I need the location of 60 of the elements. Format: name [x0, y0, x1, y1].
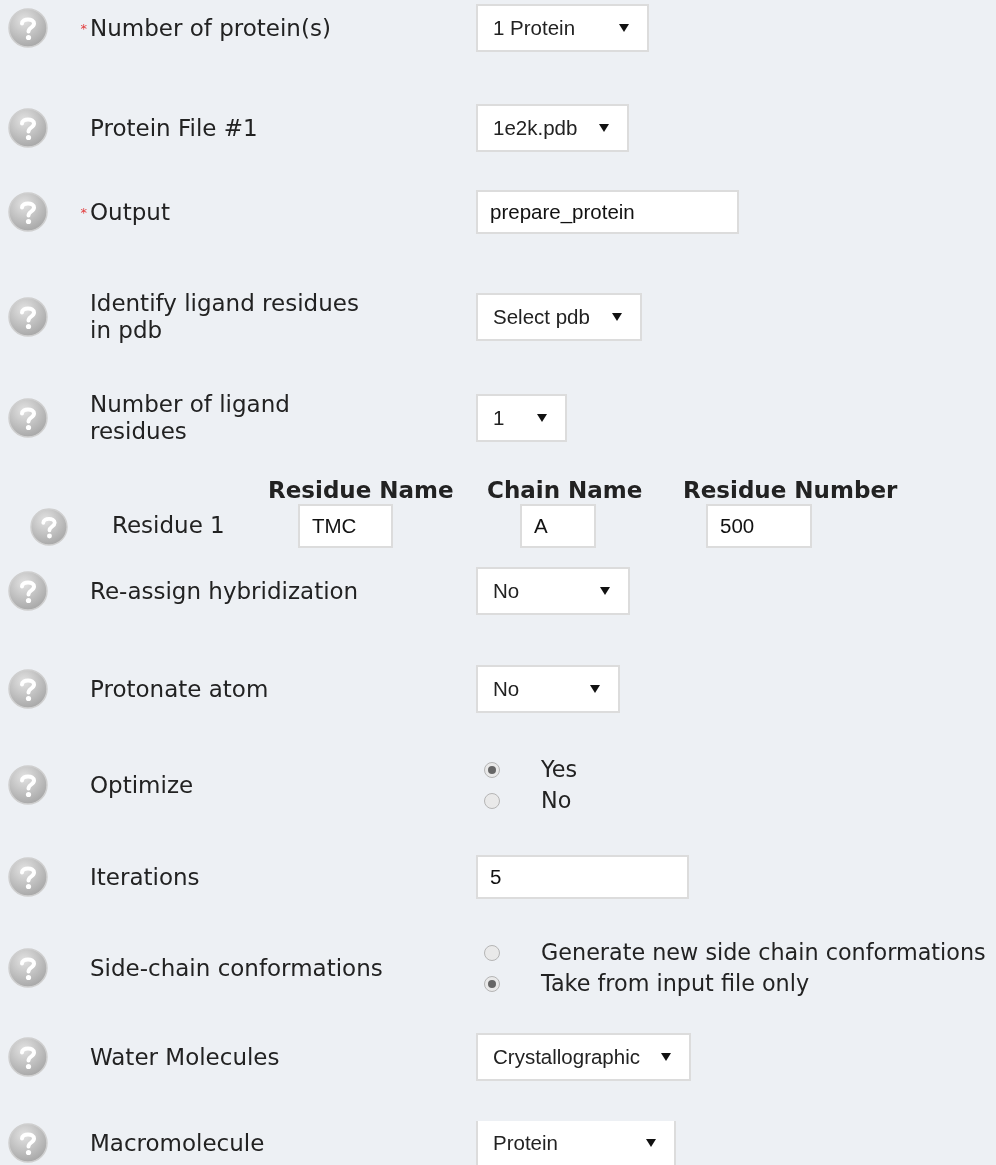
caret-icon	[646, 1139, 656, 1147]
field-label: Iterations	[90, 863, 200, 891]
help-icon[interactable]	[8, 297, 48, 337]
help-icon[interactable]	[8, 108, 48, 148]
radio-label: Generate new side chain conformations	[541, 937, 986, 967]
field-label: Identify ligand residues in pdb	[90, 290, 360, 344]
field-label: Output	[90, 198, 170, 226]
caret-icon	[590, 685, 600, 693]
radio-button[interactable]	[484, 761, 500, 778]
radio-label: No	[541, 785, 572, 815]
dropdown[interactable]: 1	[476, 394, 567, 442]
dropdown[interactable]: 1e2k.pdb	[476, 104, 629, 152]
dropdown[interactable]: Crystallographic	[476, 1033, 691, 1081]
caret-icon	[612, 313, 622, 321]
radio-button[interactable]	[484, 944, 500, 961]
field-label: Number of ligand residues	[90, 391, 291, 445]
field-label: Macromolecule	[90, 1129, 265, 1157]
input-field[interactable]: 5	[476, 855, 689, 899]
input-field[interactable]: TMC	[298, 504, 393, 548]
radio-button[interactable]	[484, 975, 500, 992]
help-icon[interactable]	[8, 765, 48, 805]
dropdown[interactable]: Protein	[476, 1121, 676, 1165]
field-label: Protonate atom	[90, 675, 269, 703]
field-label: Residue 1	[112, 510, 226, 540]
column-header: Residue Name	[268, 476, 455, 504]
radio-button[interactable]	[484, 792, 500, 809]
field-label: Protein File #1	[90, 114, 258, 142]
radio-label: Yes	[541, 754, 577, 784]
required-mark: *	[79, 21, 88, 35]
help-icon[interactable]	[8, 669, 48, 709]
required-mark: *	[79, 205, 88, 219]
field-label: Side-chain conformations	[90, 954, 383, 982]
input-field[interactable]: A	[520, 504, 596, 548]
field-label: Optimize	[90, 771, 194, 799]
help-icon[interactable]	[30, 508, 68, 546]
help-icon[interactable]	[8, 948, 48, 988]
help-icon[interactable]	[8, 571, 48, 611]
help-icon[interactable]	[8, 8, 48, 48]
caret-icon	[537, 414, 547, 422]
input-field[interactable]: 500	[706, 504, 812, 548]
column-header: Residue Number	[683, 476, 899, 504]
dropdown[interactable]: Select pdb	[476, 293, 642, 341]
input-field[interactable]: prepare_protein	[476, 190, 739, 234]
help-icon[interactable]	[8, 857, 48, 897]
field-label: Re-assign hybridization	[90, 577, 359, 605]
help-icon[interactable]	[8, 398, 48, 438]
field-label: Number of protein(s)	[90, 14, 331, 42]
dropdown[interactable]: No	[476, 665, 620, 713]
caret-icon	[661, 1053, 671, 1061]
radio-label: Take from input file only	[541, 968, 810, 998]
column-header: Chain Name	[487, 476, 644, 504]
dropdown[interactable]: 1 Protein	[476, 4, 649, 52]
help-icon[interactable]	[8, 1123, 48, 1163]
caret-icon	[599, 124, 609, 132]
help-icon[interactable]	[8, 192, 48, 232]
help-icon[interactable]	[8, 1037, 48, 1077]
caret-icon	[619, 24, 629, 32]
caret-icon	[600, 587, 610, 595]
dropdown[interactable]: No	[476, 567, 630, 615]
field-label: Water Molecules	[90, 1043, 280, 1071]
